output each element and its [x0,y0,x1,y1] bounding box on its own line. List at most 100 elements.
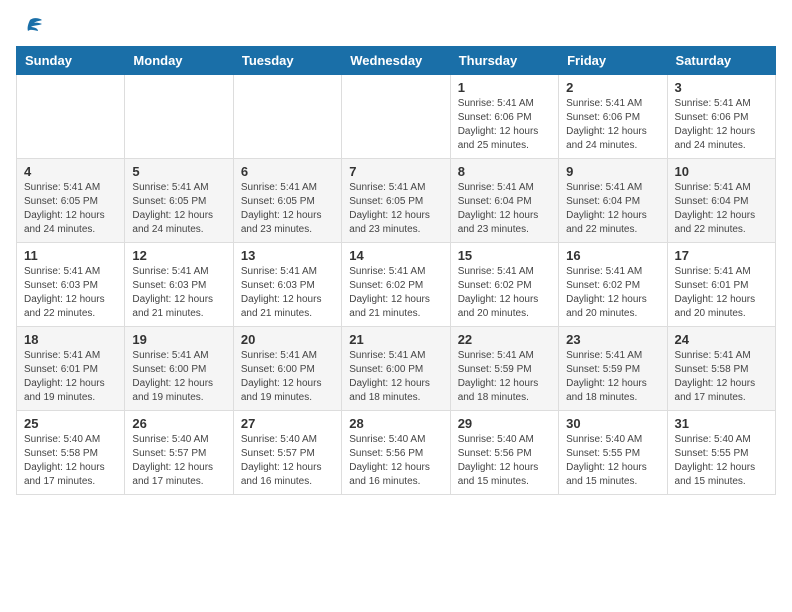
day-number: 24 [675,332,768,347]
day-info: Sunrise: 5:41 AM Sunset: 5:58 PM Dayligh… [675,349,768,405]
calendar-cell: 3 Sunrise: 5:41 AM Sunset: 6:06 PM Daylig… [667,75,775,159]
day-info: Sunrise: 5:41 AM Sunset: 6:04 PM Dayligh… [566,181,659,237]
day-info: Sunrise: 5:41 AM Sunset: 6:05 PM Dayligh… [349,181,442,237]
day-number: 26 [132,416,225,431]
day-number: 15 [458,248,551,263]
calendar-cell: 24 Sunrise: 5:41 AM Sunset: 5:58 PM Dayli… [667,327,775,411]
calendar-cell: 28 Sunrise: 5:40 AM Sunset: 5:56 PM Dayli… [342,411,450,495]
day-info: Sunrise: 5:41 AM Sunset: 6:06 PM Dayligh… [458,97,551,153]
day-number: 16 [566,248,659,263]
day-info: Sunrise: 5:41 AM Sunset: 6:02 PM Dayligh… [458,265,551,321]
day-number: 4 [24,164,117,179]
day-number: 12 [132,248,225,263]
calendar-week-row: 4 Sunrise: 5:41 AM Sunset: 6:05 PM Daylig… [17,159,776,243]
day-number: 5 [132,164,225,179]
day-info: Sunrise: 5:40 AM Sunset: 5:55 PM Dayligh… [675,433,768,489]
day-number: 20 [241,332,334,347]
day-info: Sunrise: 5:41 AM Sunset: 6:00 PM Dayligh… [241,349,334,405]
calendar-cell: 16 Sunrise: 5:41 AM Sunset: 6:02 PM Dayli… [559,243,667,327]
day-info: Sunrise: 5:40 AM Sunset: 5:56 PM Dayligh… [458,433,551,489]
day-number: 30 [566,416,659,431]
day-number: 28 [349,416,442,431]
day-number: 31 [675,416,768,431]
day-info: Sunrise: 5:41 AM Sunset: 5:59 PM Dayligh… [566,349,659,405]
day-number: 21 [349,332,442,347]
day-info: Sunrise: 5:40 AM Sunset: 5:55 PM Dayligh… [566,433,659,489]
calendar-week-row: 18 Sunrise: 5:41 AM Sunset: 6:01 PM Dayli… [17,327,776,411]
day-info: Sunrise: 5:41 AM Sunset: 6:06 PM Dayligh… [675,97,768,153]
day-number: 9 [566,164,659,179]
calendar-cell: 29Sunrise: 5:40 AM Sunset: 5:56 PM Dayli… [450,411,558,495]
calendar-cell: 1Sunrise: 5:41 AM Sunset: 6:06 PM Daylig… [450,75,558,159]
day-info: Sunrise: 5:41 AM Sunset: 6:03 PM Dayligh… [241,265,334,321]
day-number: 3 [675,80,768,95]
calendar-cell: 21 Sunrise: 5:41 AM Sunset: 6:00 PM Dayli… [342,327,450,411]
day-info: Sunrise: 5:40 AM Sunset: 5:58 PM Dayligh… [24,433,117,489]
calendar-cell [125,75,233,159]
calendar-cell: 19 Sunrise: 5:41 AM Sunset: 6:00 PM Dayli… [125,327,233,411]
col-header-monday: Monday [125,47,233,75]
calendar-cell: 10 Sunrise: 5:41 AM Sunset: 6:04 PM Dayli… [667,159,775,243]
day-info: Sunrise: 5:41 AM Sunset: 6:05 PM Dayligh… [24,181,117,237]
day-number: 14 [349,248,442,263]
calendar-cell: 4 Sunrise: 5:41 AM Sunset: 6:05 PM Daylig… [17,159,125,243]
calendar-cell: 8 Sunrise: 5:41 AM Sunset: 6:04 PM Daylig… [450,159,558,243]
day-info: Sunrise: 5:41 AM Sunset: 6:02 PM Dayligh… [349,265,442,321]
calendar-cell: 26 Sunrise: 5:40 AM Sunset: 5:57 PM Dayli… [125,411,233,495]
day-info: Sunrise: 5:41 AM Sunset: 6:02 PM Dayligh… [566,265,659,321]
col-header-tuesday: Tuesday [233,47,341,75]
calendar-cell: 5Sunrise: 5:41 AM Sunset: 6:05 PM Daylig… [125,159,233,243]
day-info: Sunrise: 5:41 AM Sunset: 6:05 PM Dayligh… [241,181,334,237]
day-info: Sunrise: 5:40 AM Sunset: 5:57 PM Dayligh… [241,433,334,489]
calendar-cell: 20 Sunrise: 5:41 AM Sunset: 6:00 PM Dayli… [233,327,341,411]
day-info: Sunrise: 5:40 AM Sunset: 5:57 PM Dayligh… [132,433,225,489]
calendar-cell: 14 Sunrise: 5:41 AM Sunset: 6:02 PM Dayli… [342,243,450,327]
day-info: Sunrise: 5:40 AM Sunset: 5:56 PM Dayligh… [349,433,442,489]
calendar-header-row: SundayMondayTuesdayWednesdayThursdayFrid… [17,47,776,75]
calendar-cell: 15 Sunrise: 5:41 AM Sunset: 6:02 PM Dayli… [450,243,558,327]
day-number: 23 [566,332,659,347]
day-info: Sunrise: 5:41 AM Sunset: 6:04 PM Dayligh… [675,181,768,237]
day-number: 10 [675,164,768,179]
calendar-cell: 23 Sunrise: 5:41 AM Sunset: 5:59 PM Dayli… [559,327,667,411]
calendar-cell: 12 Sunrise: 5:41 AM Sunset: 6:03 PM Dayli… [125,243,233,327]
day-number: 11 [24,248,117,263]
day-info: Sunrise: 5:41 AM Sunset: 6:01 PM Dayligh… [24,349,117,405]
day-info: Sunrise: 5:41 AM Sunset: 6:01 PM Dayligh… [675,265,768,321]
day-info: Sunrise: 5:41 AM Sunset: 6:04 PM Dayligh… [458,181,551,237]
day-number: 19 [132,332,225,347]
calendar-cell: 9 Sunrise: 5:41 AM Sunset: 6:04 PM Daylig… [559,159,667,243]
day-number: 2 [566,80,659,95]
col-header-thursday: Thursday [450,47,558,75]
day-number: 8 [458,164,551,179]
calendar-cell: 25 Sunrise: 5:40 AM Sunset: 5:58 PM Dayli… [17,411,125,495]
calendar-cell: 13 Sunrise: 5:41 AM Sunset: 6:03 PM Dayli… [233,243,341,327]
calendar-cell: 31 Sunrise: 5:40 AM Sunset: 5:55 PM Dayli… [667,411,775,495]
calendar-week-row: 25 Sunrise: 5:40 AM Sunset: 5:58 PM Dayli… [17,411,776,495]
page-header [16,16,776,38]
day-info: Sunrise: 5:41 AM Sunset: 6:06 PM Dayligh… [566,97,659,153]
day-info: Sunrise: 5:41 AM Sunset: 5:59 PM Dayligh… [458,349,551,405]
logo-bird-icon [16,16,44,38]
calendar-cell: 18 Sunrise: 5:41 AM Sunset: 6:01 PM Dayli… [17,327,125,411]
calendar-week-row: 1Sunrise: 5:41 AM Sunset: 6:06 PM Daylig… [17,75,776,159]
day-number: 18 [24,332,117,347]
day-info: Sunrise: 5:41 AM Sunset: 6:00 PM Dayligh… [132,349,225,405]
col-header-wednesday: Wednesday [342,47,450,75]
day-number: 7 [349,164,442,179]
day-info: Sunrise: 5:41 AM Sunset: 6:03 PM Dayligh… [132,265,225,321]
day-number: 13 [241,248,334,263]
calendar-cell: 30 Sunrise: 5:40 AM Sunset: 5:55 PM Dayli… [559,411,667,495]
calendar-table: SundayMondayTuesdayWednesdayThursdayFrid… [16,46,776,495]
calendar-cell: 17Sunrise: 5:41 AM Sunset: 6:01 PM Dayli… [667,243,775,327]
calendar-cell [342,75,450,159]
col-header-saturday: Saturday [667,47,775,75]
day-info: Sunrise: 5:41 AM Sunset: 6:00 PM Dayligh… [349,349,442,405]
calendar-week-row: 11 Sunrise: 5:41 AM Sunset: 6:03 PM Dayli… [17,243,776,327]
calendar-cell: 27Sunrise: 5:40 AM Sunset: 5:57 PM Dayli… [233,411,341,495]
col-header-friday: Friday [559,47,667,75]
calendar-cell: 6Sunrise: 5:41 AM Sunset: 6:05 PM Daylig… [233,159,341,243]
day-number: 22 [458,332,551,347]
col-header-sunday: Sunday [17,47,125,75]
day-number: 25 [24,416,117,431]
